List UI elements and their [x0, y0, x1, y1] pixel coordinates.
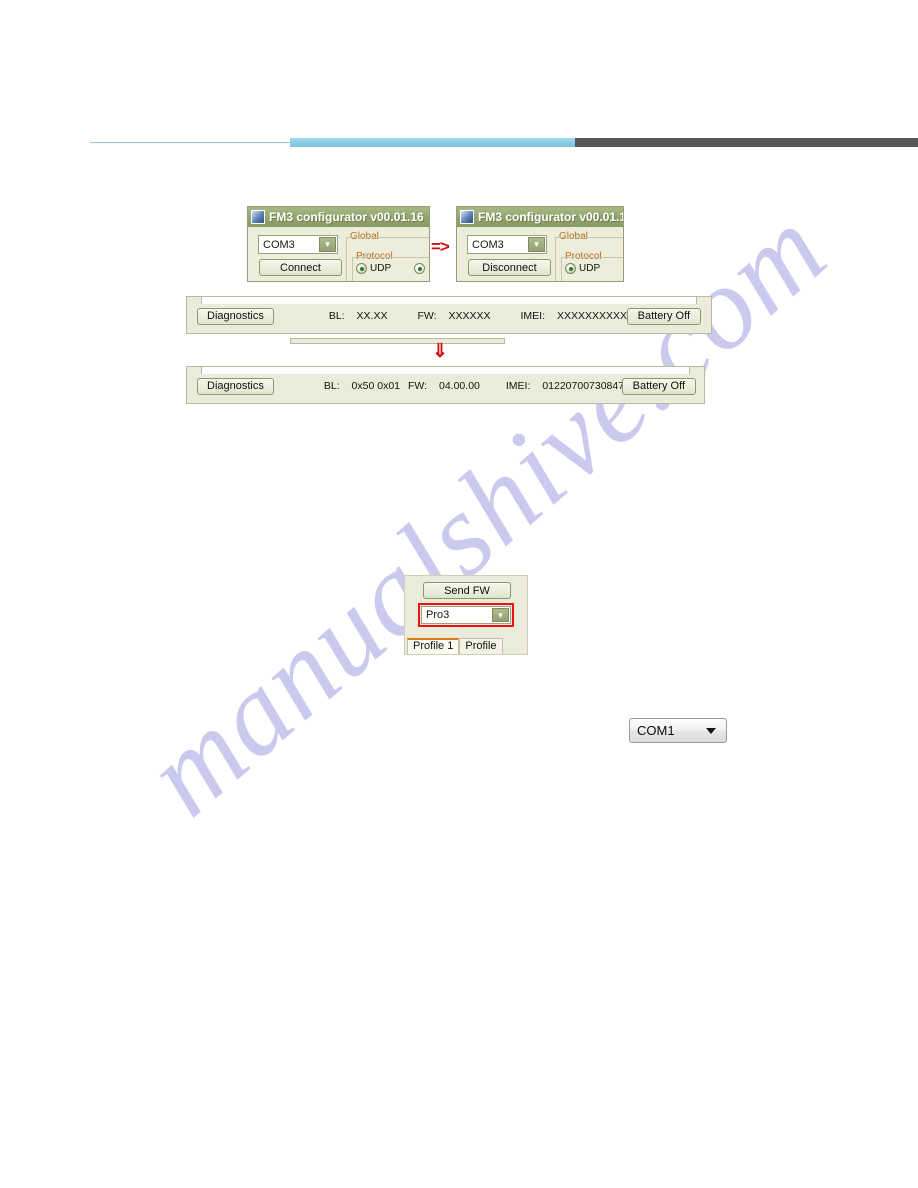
protocol-radio-udp-label: UDP	[579, 263, 601, 274]
down-arrow-icon: ⇓	[432, 341, 448, 362]
firmware-value: 04.00.00	[439, 380, 480, 392]
firmware-profile-block: Send FW Pro3 ▾ Profile 1 Profile	[404, 575, 528, 655]
com-port-value-after: COM3	[472, 238, 504, 251]
firmware-field: FW: 04.00.00	[408, 380, 480, 392]
app-icon	[251, 210, 265, 224]
window-sliver	[290, 338, 505, 344]
divider-blue-bar	[290, 138, 575, 147]
diagnostics-strip-before: Diagnostics BL: XX.XX FW: XXXXXX IMEI: X…	[186, 296, 712, 334]
bootloader-field: BL: 0x50 0x01	[324, 380, 400, 392]
chevron-down-icon[interactable]: ▾	[528, 237, 545, 252]
bootloader-key: BL:	[323, 380, 340, 392]
global-group-border-left	[555, 237, 556, 281]
window-title-after: FM3 configurator v00.01.1	[478, 210, 624, 224]
tab-profile-1[interactable]: Profile 1	[407, 638, 460, 654]
global-group-border	[555, 237, 623, 238]
global-group-border	[346, 237, 429, 238]
protocol-radio-udp[interactable]: UDP	[565, 263, 600, 274]
connect-button-label: Connect	[280, 261, 321, 274]
tab-profile-2-label: Profile	[465, 640, 497, 652]
com-port-dropdown-value: COM1	[637, 723, 675, 738]
protocol-group-border-left	[352, 257, 353, 281]
diagnostics-button[interactable]: Diagnostics	[197, 377, 274, 395]
battery-off-button[interactable]: Battery Off	[621, 377, 696, 395]
transition-arrow-icon: =>	[431, 237, 450, 256]
strip-top-edge	[201, 366, 690, 374]
imei-field: IMEI: 012207007308478	[506, 380, 630, 392]
diagnostics-strip-after: Diagnostics BL: 0x50 0x01 FW: 04.00.00 I…	[186, 366, 705, 404]
tab-profile-1-label: Profile 1	[413, 640, 454, 652]
com-port-select-after[interactable]: COM3 ▾	[467, 235, 547, 254]
imei-key: IMEI:	[520, 310, 546, 322]
profile-select[interactable]: Pro3 ▾	[421, 606, 511, 624]
window-title-before: FM3 configurator v00.01.16	[269, 210, 424, 224]
protocol-radio-udp-label: UDP	[370, 263, 392, 274]
diagnostics-button-label: Diagnostics	[207, 380, 264, 392]
diagnostics-button[interactable]: Diagnostics	[197, 307, 274, 325]
chevron-down-icon[interactable]	[706, 727, 716, 734]
disconnect-button[interactable]: Disconnect	[468, 259, 551, 276]
app-icon	[460, 210, 474, 224]
battery-off-button-label: Battery Off	[632, 380, 685, 392]
send-fw-button[interactable]: Send FW	[423, 582, 511, 599]
radio-dot-icon	[414, 263, 425, 274]
com-port-dropdown[interactable]: COM1	[629, 718, 727, 743]
header-divider	[0, 130, 918, 152]
configurator-body-before: COM3 ▾ Connect Global Protocol UDP	[248, 227, 429, 281]
bootloader-field: BL: XX.XX	[329, 310, 388, 322]
imei-key: IMEI:	[505, 380, 531, 392]
divider-thin-line	[90, 142, 290, 143]
disconnect-button-label: Disconnect	[482, 261, 537, 274]
firmware-field: FW: XXXXXX	[417, 310, 490, 322]
firmware-key: FW:	[417, 310, 437, 322]
bootloader-value: 0x50 0x01	[351, 380, 401, 392]
divider-dark-bar	[575, 138, 918, 147]
protocol-group-border	[561, 257, 623, 258]
protocol-group-border-left	[561, 257, 562, 281]
firmware-key: FW:	[408, 380, 428, 392]
tab-profile-2[interactable]: Profile	[459, 638, 503, 654]
titlebar-before: FM3 configurator v00.01.16	[248, 207, 429, 227]
diagnostics-row-after: Diagnostics BL: 0x50 0x01 FW: 04.00.00 I…	[187, 376, 704, 396]
titlebar-after: FM3 configurator v00.01.1	[457, 207, 623, 227]
protocol-radio-udp[interactable]: UDP	[356, 263, 391, 274]
battery-off-button[interactable]: Battery Off	[626, 307, 701, 325]
imei-value: 012207007308478	[542, 380, 630, 392]
firmware-value: XXXXXX	[448, 310, 491, 322]
profile-tabs: Profile 1 Profile	[407, 637, 503, 654]
diagnostics-row-before: Diagnostics BL: XX.XX FW: XXXXXX IMEI: X…	[187, 306, 711, 326]
configurator-window-before: FM3 configurator v00.01.16 COM3 ▾ Connec…	[247, 206, 430, 282]
com-port-select-before[interactable]: COM3 ▾	[258, 235, 338, 254]
profile-select-value: Pro3	[426, 609, 450, 621]
connect-button[interactable]: Connect	[259, 259, 342, 276]
radio-dot-icon	[565, 263, 576, 274]
protocol-group-border	[352, 257, 429, 258]
battery-off-button-label: Battery Off	[637, 310, 690, 322]
strip-top-edge	[201, 296, 697, 304]
bootloader-value: XX.XX	[356, 310, 388, 322]
diagnostics-button-label: Diagnostics	[207, 310, 264, 322]
send-fw-button-label: Send FW	[444, 584, 490, 597]
configurator-window-after: FM3 configurator v00.01.1 COM3 ▾ Disconn…	[456, 206, 624, 282]
chevron-down-icon[interactable]: ▾	[319, 237, 336, 252]
chevron-down-icon[interactable]: ▾	[492, 608, 509, 622]
bootloader-key: BL:	[328, 310, 345, 322]
configurator-body-after: COM3 ▾ Disconnect Global Protocol UDP	[457, 227, 623, 281]
radio-dot-icon	[356, 263, 367, 274]
global-group-border-left	[346, 237, 347, 281]
com-port-value-before: COM3	[263, 238, 295, 251]
protocol-radio-secondary[interactable]	[414, 263, 428, 274]
